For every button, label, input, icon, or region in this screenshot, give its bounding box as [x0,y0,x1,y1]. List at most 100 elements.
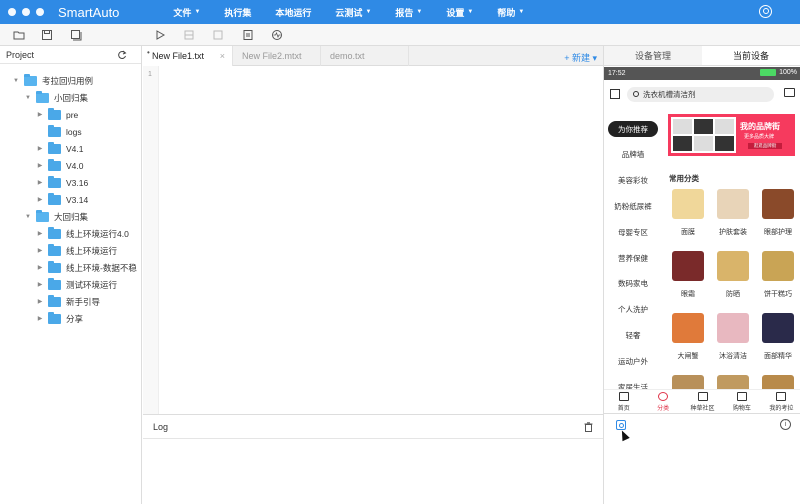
editor-tab-label: New File1.txt [152,51,205,61]
category-item[interactable]: 为你推荐 [608,121,658,137]
chevron-down-icon[interactable]: ▼ [12,78,20,84]
chevron-right-icon[interactable]: ▶ [36,315,44,322]
category-item[interactable]: 品牌墙 [608,147,658,163]
tree-item[interactable]: ▶ 线上环境运行4.0 [36,225,129,242]
chevron-right-icon[interactable]: ▶ [36,281,44,288]
scan-icon[interactable] [610,89,620,99]
trash-icon[interactable] [584,422,593,432]
product-item[interactable]: 眼霜 [668,251,708,307]
category-item[interactable]: 母婴专区 [608,224,658,240]
app-title: SmartAuto [58,4,120,20]
code-editor[interactable]: 1 [143,66,603,414]
play-icon [156,30,166,40]
monitor-button[interactable] [270,28,284,42]
bottom-nav-item[interactable]: 种草社区 [683,390,722,413]
maximize-window-button[interactable] [36,8,44,16]
bottom-nav-item[interactable]: 购物车 [722,390,761,413]
product-item[interactable]: 眼部护理 [758,189,798,245]
chevron-down-icon[interactable]: ▼ [24,95,32,101]
menu-item-5[interactable]: 设置 ▼ [446,6,473,19]
chevron-right-icon[interactable]: ▶ [36,179,44,186]
user-icon[interactable] [759,5,772,18]
tree-item[interactable]: ▶ 分享 [36,310,83,327]
device-tab-1[interactable]: 当前设备 [702,46,800,65]
phone-bottom-nav: 首页 分类 种草社区 购物车 我的考拉 [604,389,800,413]
category-item[interactable]: 奶粉纸尿裤 [608,198,658,214]
product-item[interactable]: 沐浴清洁 [713,313,753,369]
product-item[interactable]: 护肤套装 [713,189,753,245]
chevron-right-icon[interactable]: ▶ [36,111,44,118]
brand-banner[interactable]: 我的品牌街 更多品质大牌 逛逛品牌街 [668,114,795,156]
menu-item-4[interactable]: 报告 ▼ [395,6,422,19]
stop-button[interactable] [211,28,225,42]
tree-item[interactable]: ▶ V3.16 [36,174,88,191]
bottom-nav-item[interactable]: 分类 [643,390,682,413]
product-item[interactable]: 饼干糕巧 [758,251,798,307]
debug-button[interactable] [182,28,196,42]
tree-item[interactable]: ▶ V4.1 [36,140,84,157]
chevron-right-icon[interactable]: ▶ [36,247,44,254]
editor-tab[interactable]: • New File1.txt × [143,46,233,66]
chevron-right-icon[interactable]: ▶ [36,196,44,203]
category-item[interactable]: 数码家电 [608,276,658,292]
run-button[interactable] [153,28,167,42]
bottom-nav-item[interactable]: 我的考拉 [762,390,800,413]
open-folder-button[interactable] [12,28,26,42]
tree-item[interactable]: ▼ 大回归集 [24,208,88,225]
menu-item-1[interactable]: 执行集 [224,6,251,19]
folder-icon [48,277,61,290]
category-item[interactable]: 个人洗护 [608,302,658,318]
chevron-right-icon[interactable]: ▶ [36,162,44,169]
nav-icon [776,392,787,401]
tree-item[interactable]: ▶ 线上环境运行 [36,242,117,259]
close-window-button[interactable] [8,8,16,16]
tree-item[interactable]: ▶ 线上环境-数据不稳 [36,259,137,276]
chevron-right-icon[interactable]: ▶ [36,230,44,237]
new-file-button[interactable]: + 新建 ▾ [564,51,597,64]
record-button[interactable] [241,28,255,42]
category-item[interactable]: 美容彩妆 [608,173,658,189]
tree-item[interactable]: ▶ 新手引导 [36,293,100,310]
menu-item-3[interactable]: 云测试 ▼ [335,6,371,19]
menu-item-6[interactable]: 帮助 ▼ [497,6,524,19]
chevron-right-icon[interactable]: ▶ [36,264,44,271]
editor-tab[interactable]: demo.txt [321,46,409,66]
device-screen[interactable]: 17:52 100% 洗衣机槽清洁剂 为你推荐 品牌墙 美容彩妆 奶粉纸尿裤 母婴专区营… [604,67,800,414]
menu-item-2[interactable]: 本地运行 [275,6,311,19]
bottom-nav-item[interactable]: 首页 [604,390,643,413]
tree-item[interactable]: ▶ pre [36,106,78,123]
product-item[interactable]: 面膜 [668,189,708,245]
tree-item[interactable]: ▼ 小回归集 [24,89,88,106]
menu-label: 帮助 [497,7,516,18]
menu-item-0[interactable]: 文件 ▼ [173,6,200,19]
minimize-window-button[interactable] [22,8,30,16]
banner-button[interactable]: 逛逛品牌街 [748,143,782,149]
tree-item[interactable]: ▼ 考拉回归用例 [12,72,93,89]
product-item[interactable]: 大闸蟹 [668,313,708,369]
chevron-right-icon[interactable]: ▶ [36,298,44,305]
refresh-icon[interactable] [117,50,127,60]
message-icon[interactable] [784,88,795,97]
category-item[interactable]: 营养保健 [608,250,658,266]
log-panel: Log [143,414,603,504]
category-item[interactable]: 运动户外 [608,353,658,369]
product-item[interactable]: 面部精华 [758,313,798,369]
brand-logos [671,117,736,153]
tree-item[interactable]: ▶ 测试环境运行 [36,276,117,293]
product-item[interactable]: 防晒 [713,251,753,307]
save-button[interactable] [40,28,54,42]
save-icon [42,30,52,40]
phone-search-box[interactable]: 洗衣机槽清洁剂 [627,86,774,102]
category-item[interactable]: 轻奢 [608,327,658,343]
chevron-right-icon[interactable]: ▶ [36,145,44,152]
tree-item[interactable]: logs [36,123,82,140]
project-title: Project [6,49,35,60]
tree-item[interactable]: ▶ V3.14 [36,191,88,208]
save-all-button[interactable] [69,28,83,42]
info-icon[interactable]: i [780,419,791,430]
editor-tab[interactable]: New File2.mtxt [233,46,321,66]
close-tab-icon[interactable]: × [220,51,225,61]
device-tab-0[interactable]: 设备管理 [604,46,702,65]
chevron-down-icon[interactable]: ▼ [24,214,32,220]
tree-item[interactable]: ▶ V4.0 [36,157,84,174]
